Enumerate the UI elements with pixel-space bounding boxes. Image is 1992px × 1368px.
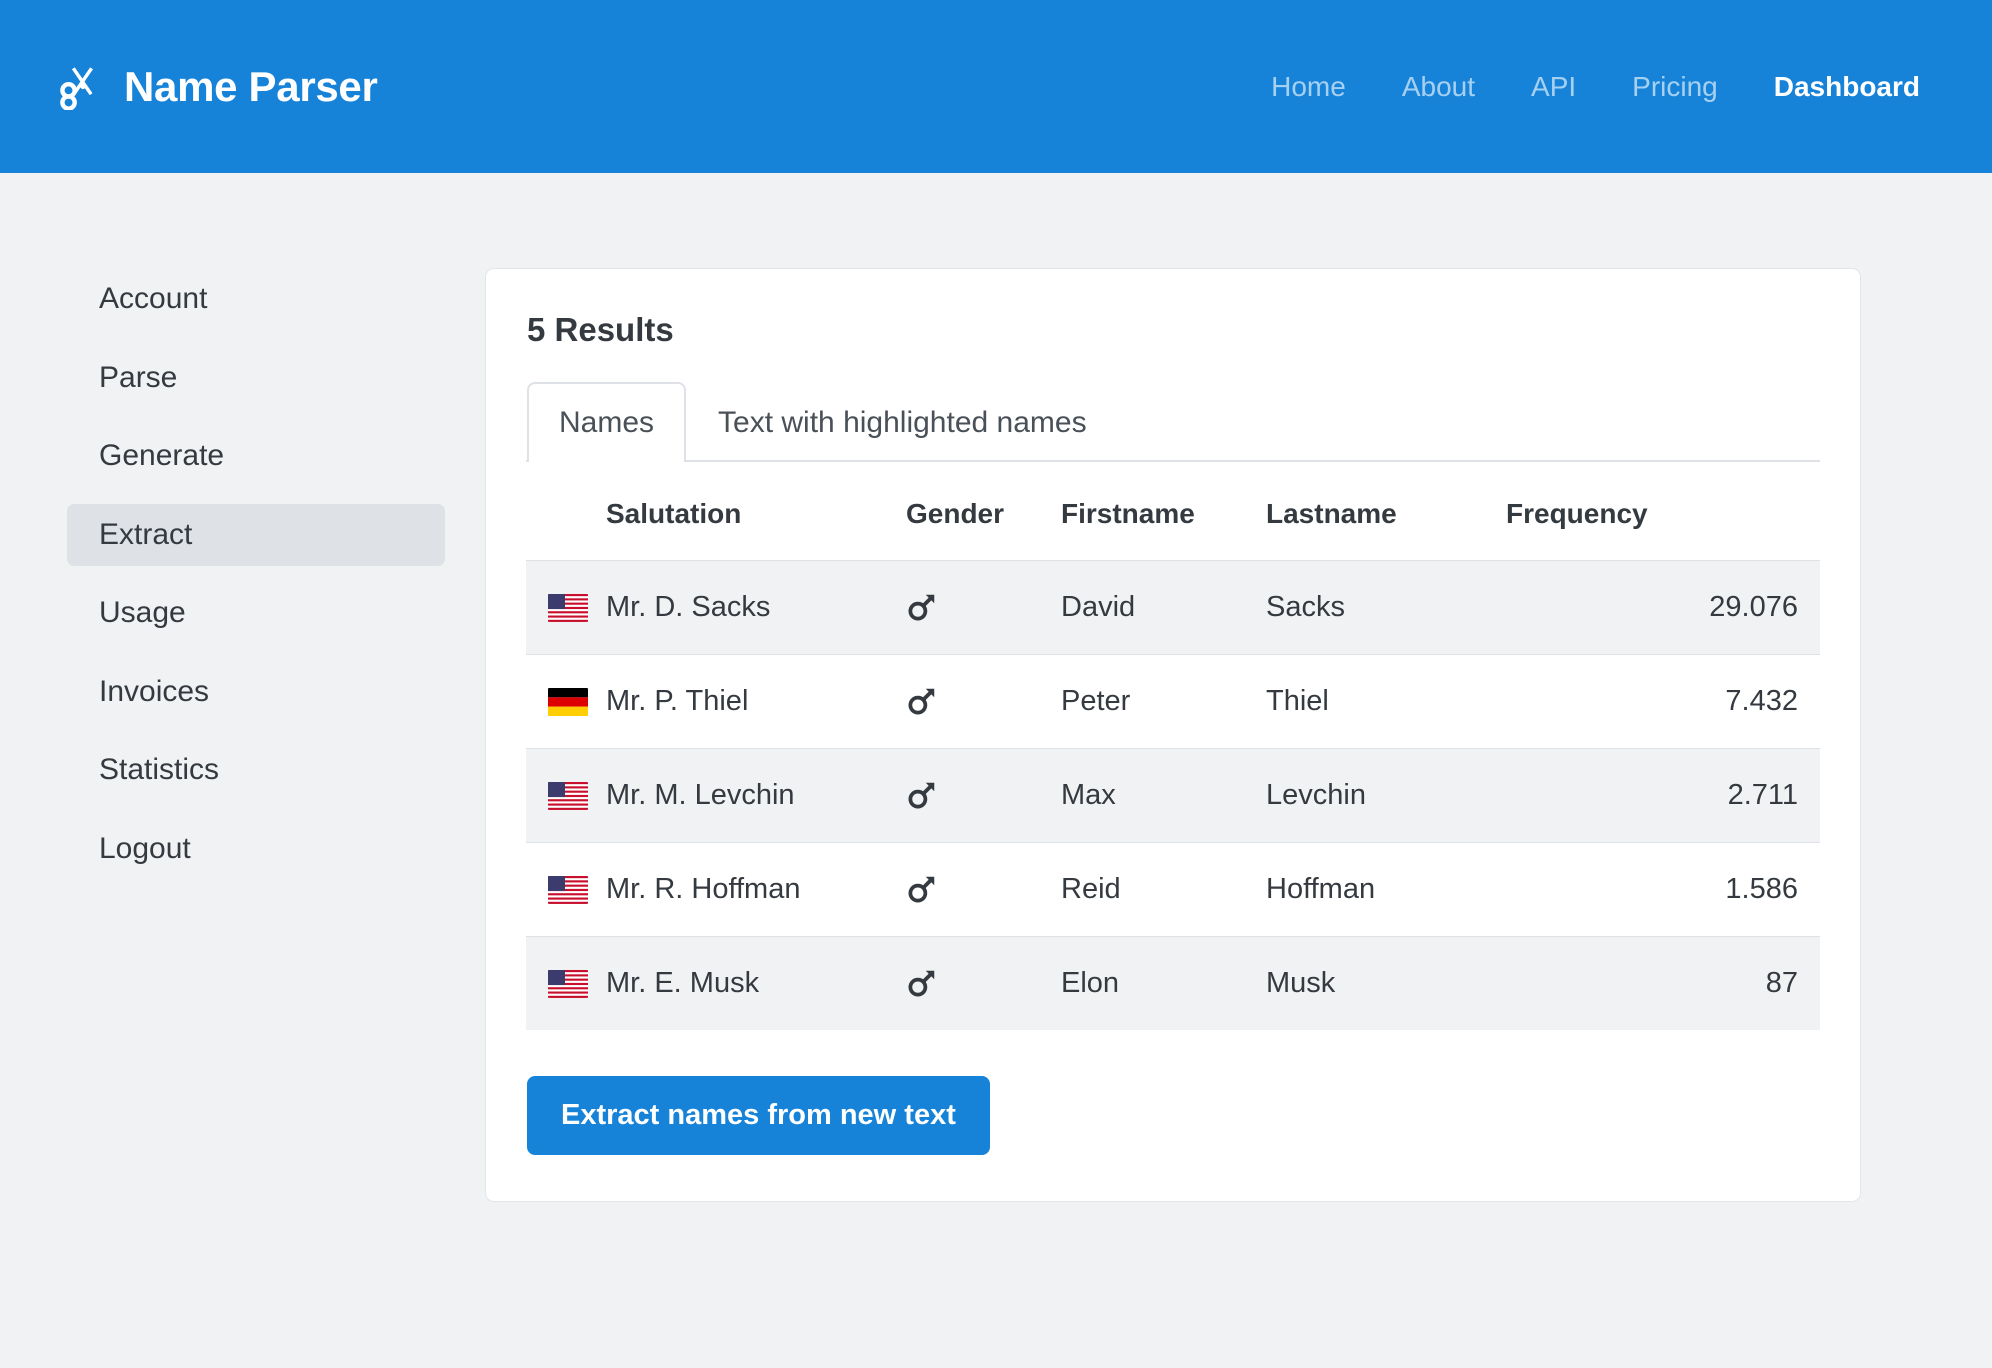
tab-names[interactable]: Names (527, 382, 687, 462)
sidebar-item-generate[interactable]: Generate (67, 425, 445, 488)
sidebar-item-usage[interactable]: Usage (67, 582, 445, 645)
results-table: Salutation Gender Firstname Lastname Fre… (526, 462, 1820, 1030)
column-header-lastname: Lastname (1266, 498, 1397, 529)
cell-lastname: Sacks (1248, 560, 1488, 655)
cell-frequency: 29.076 (1488, 560, 1820, 655)
table-row[interactable]: Mr. E. Musk Elon Musk 87 (526, 936, 1820, 1030)
cell-lastname: Musk (1248, 936, 1488, 1030)
brand-logo[interactable]: Name Parser (58, 62, 378, 111)
sidebar-item-account[interactable]: Account (67, 268, 445, 331)
nav-link-home[interactable]: Home (1271, 72, 1346, 101)
results-tabs: Names Text with highlighted names (526, 380, 1820, 462)
mars-icon (906, 969, 1025, 999)
cell-firstname: Elon (1043, 936, 1248, 1030)
sidebar-item-statistics[interactable]: Statistics (67, 739, 445, 802)
cell-gender (888, 560, 1043, 655)
row-flag-cell (526, 936, 588, 1030)
cell-salutation: Mr. M. Levchin (588, 748, 888, 843)
table-row[interactable]: Mr. R. Hoffman Reid Hoffman 1.586 (526, 842, 1820, 937)
mars-icon (906, 593, 1025, 623)
row-flag-cell (526, 560, 588, 655)
table-row[interactable]: Mr. D. Sacks David Sacks 29.076 (526, 560, 1820, 655)
column-header-firstname: Firstname (1061, 498, 1195, 529)
sidebar-item-parse[interactable]: Parse (67, 347, 445, 410)
cell-frequency: 7.432 (1488, 654, 1820, 749)
cell-lastname: Thiel (1248, 654, 1488, 749)
results-table-body: Mr. D. Sacks David Sacks 29.076 Mr. P. T… (526, 560, 1820, 1030)
us-flag-icon (548, 593, 588, 622)
column-header-salutation: Salutation (606, 498, 742, 529)
column-header-gender: Gender (906, 498, 1005, 529)
cell-frequency: 2.711 (1488, 748, 1820, 843)
scissors-icon (58, 64, 104, 111)
cell-salutation: Mr. P. Thiel (588, 654, 888, 749)
nav-link-api[interactable]: API (1531, 72, 1576, 101)
cell-gender (888, 936, 1043, 1030)
cell-lastname: Levchin (1248, 748, 1488, 843)
row-flag-cell (526, 842, 588, 937)
cell-gender (888, 654, 1043, 749)
sidebar-item-logout[interactable]: Logout (67, 818, 445, 881)
table-row[interactable]: Mr. P. Thiel Peter Thiel 7.432 (526, 654, 1820, 749)
nav-link-about[interactable]: About (1402, 72, 1475, 101)
cell-frequency: 87 (1488, 936, 1820, 1030)
primary-navigation: Home About API Pricing Dashboard (1271, 72, 1920, 101)
cell-frequency: 1.586 (1488, 842, 1820, 937)
cell-firstname: David (1043, 560, 1248, 655)
sidebar-item-extract[interactable]: Extract (67, 503, 445, 566)
page-body: Account Parse Generate Extract Usage Inv… (0, 173, 1992, 1202)
cell-firstname: Peter (1043, 654, 1248, 749)
nav-link-dashboard[interactable]: Dashboard (1774, 72, 1920, 101)
de-flag-icon (548, 687, 588, 716)
cell-salutation: Mr. R. Hoffman (588, 842, 888, 937)
column-header-frequency: Frequency (1506, 498, 1648, 529)
top-navbar: Name Parser Home About API Pricing Dashb… (0, 0, 1992, 173)
cell-gender (888, 842, 1043, 937)
cell-salutation: Mr. D. Sacks (588, 560, 888, 655)
mars-icon (906, 687, 1025, 717)
results-table-head: Salutation Gender Firstname Lastname Fre… (526, 462, 1820, 561)
us-flag-icon (548, 875, 588, 904)
tab-text-with-highlighted-names[interactable]: Text with highlighted names (686, 382, 1119, 462)
us-flag-icon (548, 781, 588, 810)
table-row[interactable]: Mr. M. Levchin Max Levchin 2.711 (526, 748, 1820, 843)
cell-firstname: Max (1043, 748, 1248, 843)
cell-firstname: Reid (1043, 842, 1248, 937)
cell-lastname: Hoffman (1248, 842, 1488, 937)
brand-name: Name Parser (124, 62, 378, 110)
cell-salutation: Mr. E. Musk (588, 936, 888, 1030)
page-title: 5 Results (527, 311, 674, 348)
mars-icon (906, 781, 1025, 811)
sidebar: Account Parse Generate Extract Usage Inv… (0, 268, 485, 896)
mars-icon (906, 875, 1025, 905)
cell-gender (888, 748, 1043, 843)
row-flag-cell (526, 748, 588, 843)
extract-names-button[interactable]: Extract names from new text (527, 1076, 990, 1155)
results-card: 5 Results Names Text with highlighted na… (485, 268, 1861, 1202)
column-header-flag (526, 462, 588, 561)
sidebar-item-invoices[interactable]: Invoices (67, 661, 445, 724)
row-flag-cell (526, 654, 588, 749)
nav-link-pricing[interactable]: Pricing (1632, 72, 1718, 101)
us-flag-icon (548, 969, 588, 998)
table-header-row: Salutation Gender Firstname Lastname Fre… (526, 462, 1820, 561)
